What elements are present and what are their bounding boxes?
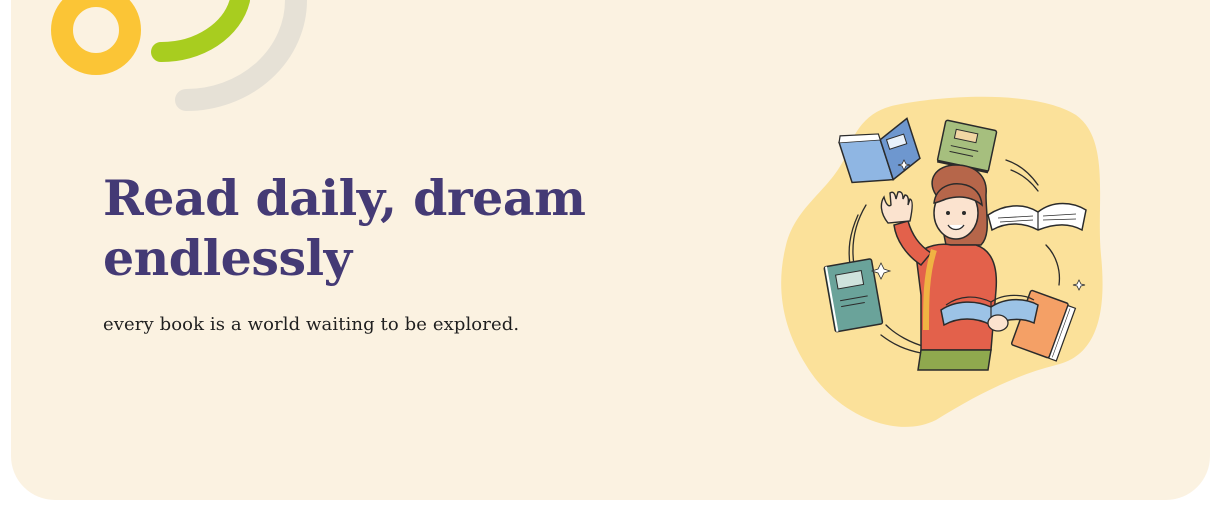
green-arc-shape <box>151 0 250 63</box>
hero-tagline: every book is a world waiting to be expl… <box>103 314 520 335</box>
hero-banner: Read daily, dream endlessly every book i… <box>11 0 1210 500</box>
girl-with-flying-books-illustration <box>781 96 1103 427</box>
teal-book-icon <box>823 258 884 333</box>
decorative-shapes <box>51 0 307 111</box>
hero-headline: Read daily, dream endlessly <box>103 169 586 287</box>
yellow-ring-shape <box>51 0 141 75</box>
